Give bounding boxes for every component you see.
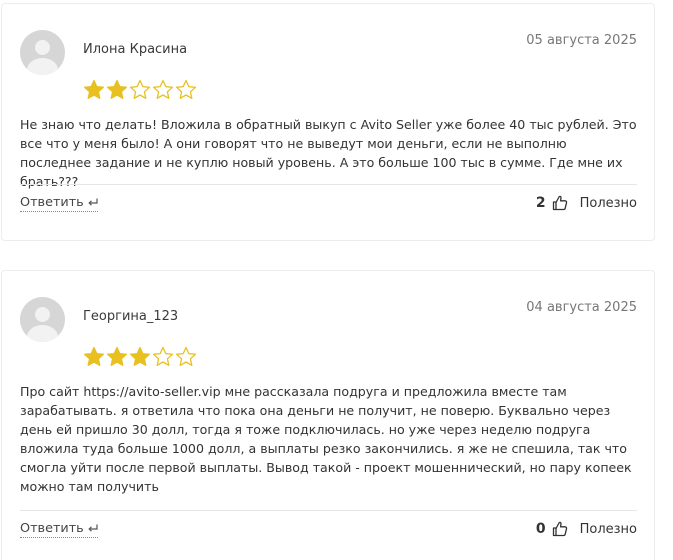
review-text: Не знаю что делать! Вложила в обратный в… <box>20 117 637 189</box>
star-filled-icon <box>83 79 105 99</box>
review-card: Илона Красина 05 августа 2025 Не знаю чт… <box>1 3 655 241</box>
votes-area: 2 Полезно <box>536 195 637 211</box>
star-filled-icon <box>106 79 128 99</box>
votes-area: 0 Полезно <box>536 521 637 537</box>
reply-arrow-icon <box>88 198 98 206</box>
reply-arrow-icon <box>88 524 98 532</box>
divider <box>20 510 637 511</box>
thumbs-up-icon[interactable] <box>552 195 568 211</box>
reply-label: Ответить <box>20 195 84 210</box>
reply-button[interactable]: Ответить <box>20 195 98 212</box>
star-filled-icon <box>106 346 128 366</box>
star-empty-icon <box>152 79 174 99</box>
star-empty-icon <box>175 346 197 366</box>
reply-label: Ответить <box>20 521 84 536</box>
review-card: Георгина_123 04 августа 2025 Про сайт ht… <box>1 270 655 560</box>
useful-button[interactable]: Полезно <box>580 196 637 211</box>
vote-count: 2 <box>535 195 546 211</box>
user-avatar-icon <box>20 30 65 75</box>
thumbs-up-icon[interactable] <box>552 521 568 537</box>
review-author: Георгина_123 <box>83 309 179 324</box>
star-filled-icon <box>83 346 105 366</box>
review-date: 04 августа 2025 <box>526 300 637 315</box>
star-rating <box>83 79 197 101</box>
useful-button[interactable]: Полезно <box>580 522 637 537</box>
star-rating <box>83 346 197 368</box>
vote-count: 0 <box>535 521 546 537</box>
star-empty-icon <box>152 346 174 366</box>
user-avatar-icon <box>20 297 65 342</box>
reply-button[interactable]: Ответить <box>20 521 98 538</box>
review-text: Про сайт https://avito-seller.vip мне ра… <box>20 384 632 494</box>
review-author: Илона Красина <box>83 42 188 57</box>
star-empty-icon <box>175 79 197 99</box>
star-filled-icon <box>129 346 151 366</box>
divider <box>20 184 637 185</box>
review-date: 05 августа 2025 <box>526 33 637 48</box>
star-empty-icon <box>129 79 151 99</box>
